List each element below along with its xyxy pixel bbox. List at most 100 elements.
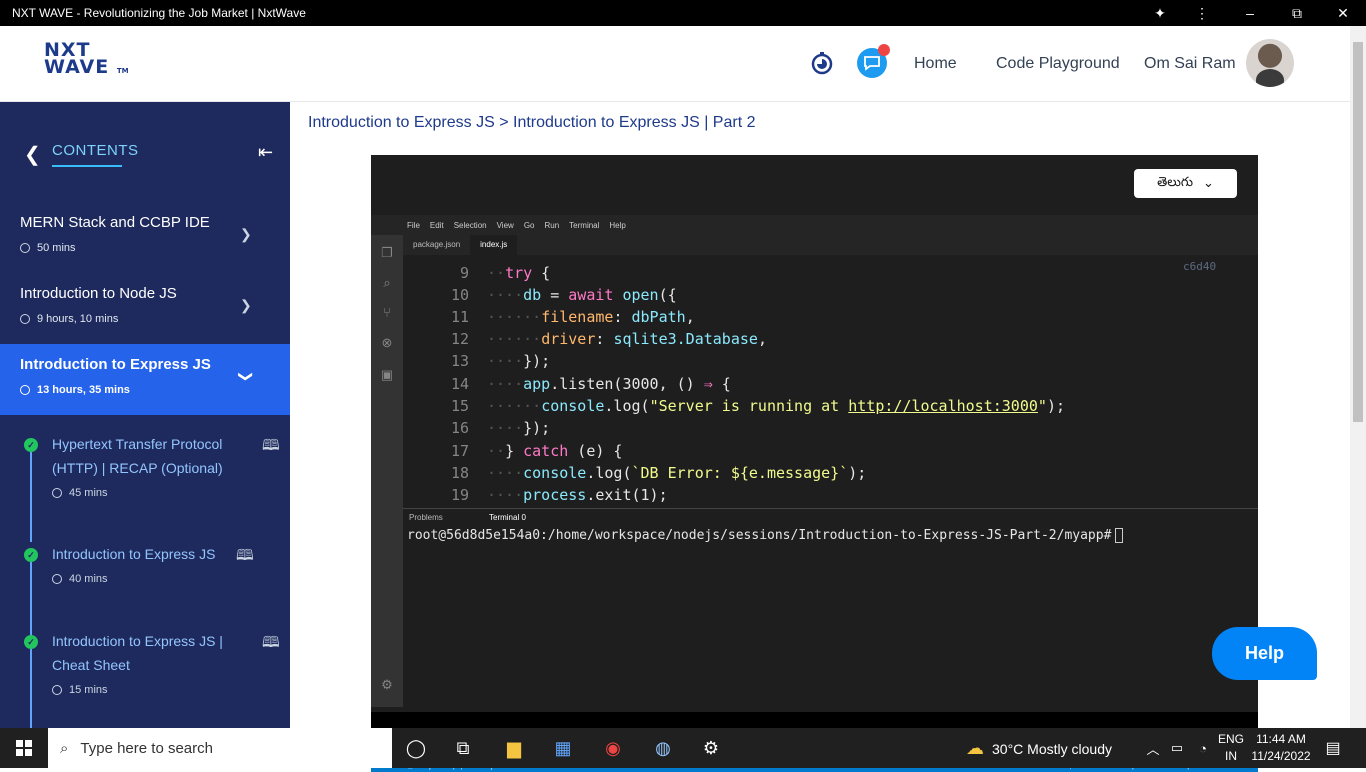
section-title: Introduction to Node JS: [20, 285, 177, 302]
wifi-icon[interactable]: ◔: [1190, 736, 1216, 760]
minimize-button[interactable]: –: [1230, 0, 1270, 26]
contents-title[interactable]: CONTENTS: [52, 142, 139, 159]
user-name[interactable]: Om Sai Ram: [1144, 55, 1236, 73]
vscode-menu-go: Go: [523, 220, 535, 230]
code-line-13: 13 ····});: [450, 352, 551, 370]
chrome-icon[interactable]: ◉: [600, 736, 626, 760]
vscode-menu-selection: Selection: [453, 220, 487, 230]
debug-icon: ⊗: [381, 335, 393, 350]
vscode-menu-terminal: Terminal: [569, 220, 600, 230]
task-view-icon[interactable]: ⧉: [450, 736, 476, 760]
chevron-up-icon[interactable]: ︿: [1140, 736, 1166, 760]
course-sidebar: ❮ CONTENTS ⇤ MERN Stack and CCBP IDE 50 …: [0, 102, 290, 728]
section-mern-stack[interactable]: MERN Stack and CCBP IDE 50 mins ❯: [0, 202, 290, 273]
contents-header: ❮ CONTENTS ⇤: [0, 102, 290, 202]
collapse-sidebar-icon[interactable]: ⇤: [258, 142, 273, 163]
section-title: Introduction to Express JS: [20, 356, 211, 373]
code-line-14: 14 ····app.listen(3000, () ⇒ {: [450, 375, 731, 393]
topic-title: Hypertext Transfer Protocol (HTTP) | REC…: [52, 436, 223, 476]
section-express-js[interactable]: Introduction to Express JS 13 hours, 35 …: [0, 344, 290, 415]
topic-intro-express[interactable]: ✓ Introduction to Express JS 40 mins 🕮: [0, 542, 290, 612]
restore-button[interactable]: ⧉: [1277, 0, 1317, 26]
book-icon[interactable]: 🕮: [262, 435, 280, 460]
book-icon[interactable]: 🕮: [236, 545, 254, 570]
tab-package-json: package.json: [413, 240, 461, 249]
chat-icon[interactable]: [857, 44, 890, 78]
page-scrollbar[interactable]: [1350, 26, 1366, 728]
code-line-17: 17 ··} catch (e) {: [450, 442, 623, 460]
search-icon: ⌕: [383, 275, 391, 290]
extensions-icon[interactable]: ✦: [1140, 0, 1180, 26]
help-button[interactable]: Help: [1212, 627, 1317, 680]
cortana-icon[interactable]: ◯: [403, 736, 429, 760]
nav-code-playground-link[interactable]: Code Playground: [996, 55, 1120, 73]
video-top-bar: తెలుగు ⌄: [371, 155, 1258, 215]
code-line-9: 9 ··try {: [459, 264, 551, 282]
breadcrumb: Introduction to Express JS > Introductio…: [308, 114, 756, 131]
panel-tab-terminal: Terminal 0: [489, 513, 526, 522]
book-icon[interactable]: 🕮: [262, 632, 280, 657]
settings-gear-icon[interactable]: ⚙: [698, 736, 724, 760]
completed-check-icon: ✓: [24, 635, 38, 649]
notification-dot: [878, 44, 890, 56]
clock-icon: [52, 685, 62, 695]
chevron-down-icon: ❯: [238, 370, 255, 383]
search-icon: ⌕: [60, 739, 69, 757]
section-node-js[interactable]: Introduction to Node JS 9 hours, 10 mins…: [0, 273, 290, 344]
vscode-menu-file: File: [407, 220, 420, 230]
chevron-down-icon: ⌄: [1203, 176, 1214, 191]
close-button[interactable]: ✕: [1323, 0, 1363, 26]
weather-text: 30°C Mostly cloudy: [992, 740, 1112, 757]
windows-start-icon[interactable]: [0, 728, 48, 768]
vscode-menu-edit: Edit: [429, 220, 444, 230]
code-editor: 9 ··try { 10 ····db = await open({ 11 ·····…: [403, 255, 1233, 505]
more-options-icon[interactable]: ⋮: [1182, 0, 1222, 26]
chevron-left-icon[interactable]: ❮: [24, 142, 41, 167]
section-duration: 9 hours, 10 mins: [37, 313, 119, 325]
chevron-right-icon: ❯: [240, 226, 252, 242]
panel-tab-problems: Problems: [409, 513, 443, 522]
store-icon[interactable]: ▦: [550, 736, 576, 760]
section-title: MERN Stack and CCBP IDE: [20, 214, 210, 231]
gear-icon: ⚙: [381, 677, 393, 692]
language-indicator[interactable]: ENG IN: [1216, 731, 1246, 765]
nxtwave-logo[interactable]: NXT WAVE TM: [44, 41, 129, 80]
terminal-cursor: [1115, 528, 1124, 543]
window-title-bar: NXT WAVE - Revolutionizing the Job Marke…: [0, 0, 1366, 26]
weather-widget[interactable]: ☁ 30°C Mostly cloudy: [966, 738, 1112, 759]
stopwatch-icon[interactable]: [807, 48, 837, 78]
app-header: NXT WAVE TM Home Code Playground Om Sai …: [0, 26, 1350, 102]
taskbar-search[interactable]: ⌕ Type here to search: [48, 728, 392, 768]
code-line-18: 18 ····console.log(`DB Error: ${e.message…: [450, 464, 867, 482]
windows-taskbar: ⌕ Type here to search ◯ ⧉ ▆ ▦ ◉ ◍ ⚙ ☁ 30…: [0, 728, 1366, 768]
completed-check-icon: ✓: [24, 438, 38, 452]
language-select[interactable]: తెలుగు ⌄: [1134, 169, 1237, 198]
taskbar-search-placeholder: Type here to search: [80, 739, 213, 757]
terminal-output: root@56d8d5e154a0:/home/workspace/nodejs…: [407, 528, 1124, 543]
topic-duration: 15 mins: [69, 684, 108, 696]
notification-icon[interactable]: ▤: [1320, 736, 1346, 760]
logo-tm: TM: [116, 67, 129, 75]
tab-index-js: index.js: [470, 235, 518, 255]
app-icon[interactable]: ◍: [650, 736, 676, 760]
source-control-icon: ⑂: [383, 305, 391, 320]
code-line-12: 12 ······driver: sqlite3.Database,: [450, 330, 767, 348]
topic-express-cheat-sheet[interactable]: ✓ Introduction to Express JS | Cheat She…: [0, 629, 290, 719]
language-select-value: తెలుగు: [1157, 174, 1193, 190]
battery-icon[interactable]: ▭: [1164, 736, 1190, 760]
topic-http-recap[interactable]: ✓ Hypertext Transfer Protocol (HTTP) | R…: [0, 432, 290, 532]
topic-duration: 40 mins: [69, 573, 108, 585]
avatar[interactable]: [1246, 39, 1294, 87]
file-explorer-icon[interactable]: ▆: [501, 736, 527, 760]
clock[interactable]: 11:44 AM 11/24/2022: [1248, 731, 1314, 765]
logo-text-line2: WAVE: [44, 56, 110, 78]
code-line-10: 10 ····db = await open({: [450, 286, 677, 304]
clock-time: 11:44 AM: [1256, 732, 1306, 746]
code-line-19: 19 ····process.exit(1);: [450, 486, 668, 504]
topic-title: Introduction to Express JS: [52, 546, 216, 562]
topic-duration: 45 mins: [69, 487, 108, 499]
code-line-15: 15 ······console.log("Server is running a…: [450, 397, 1065, 415]
video-player[interactable]: తెలుగు ⌄ File Edit Selection View Go Run…: [371, 155, 1258, 772]
nav-home-link[interactable]: Home: [914, 55, 957, 73]
scrollbar-thumb[interactable]: [1353, 42, 1363, 422]
